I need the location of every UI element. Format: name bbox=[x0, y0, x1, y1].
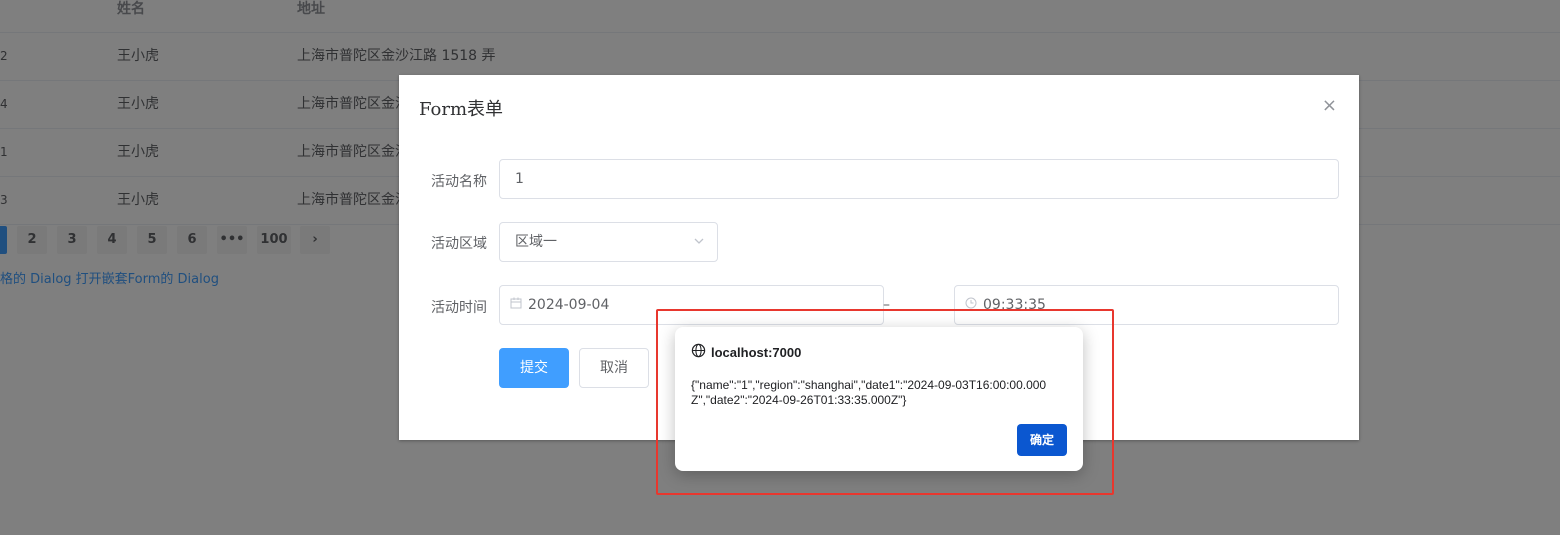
calendar-icon bbox=[510, 287, 522, 325]
activity-name-input[interactable]: 1 bbox=[499, 159, 1339, 199]
activity-region-select[interactable]: 区域一 bbox=[499, 222, 718, 262]
alert-ok-button[interactable]: 确定 bbox=[1017, 424, 1067, 456]
globe-icon bbox=[691, 343, 711, 361]
cancel-button[interactable]: 取消 bbox=[579, 348, 649, 388]
activity-time-label: 活动时间 bbox=[431, 300, 487, 316]
activity-region-label: 活动区域 bbox=[431, 236, 487, 252]
browser-alert-dialog: localhost:7000 {"name":"1","region":"sha… bbox=[675, 327, 1083, 471]
alert-header: localhost:7000 bbox=[691, 343, 801, 361]
submit-button[interactable]: 提交 bbox=[499, 348, 569, 388]
chevron-down-icon bbox=[693, 223, 705, 276]
activity-name-label: 活动名称 bbox=[431, 174, 487, 190]
close-icon[interactable]: × bbox=[1322, 95, 1337, 116]
alert-message: {"name":"1","region":"shanghai","date1":… bbox=[691, 378, 1047, 407]
activity-name-value: 1 bbox=[515, 171, 524, 187]
date-value: 2024-09-04 bbox=[528, 297, 610, 313]
activity-region-value: 区域一 bbox=[515, 234, 557, 250]
dialog-title: Form表单 bbox=[419, 99, 504, 120]
alert-origin: localhost:7000 bbox=[711, 344, 802, 360]
